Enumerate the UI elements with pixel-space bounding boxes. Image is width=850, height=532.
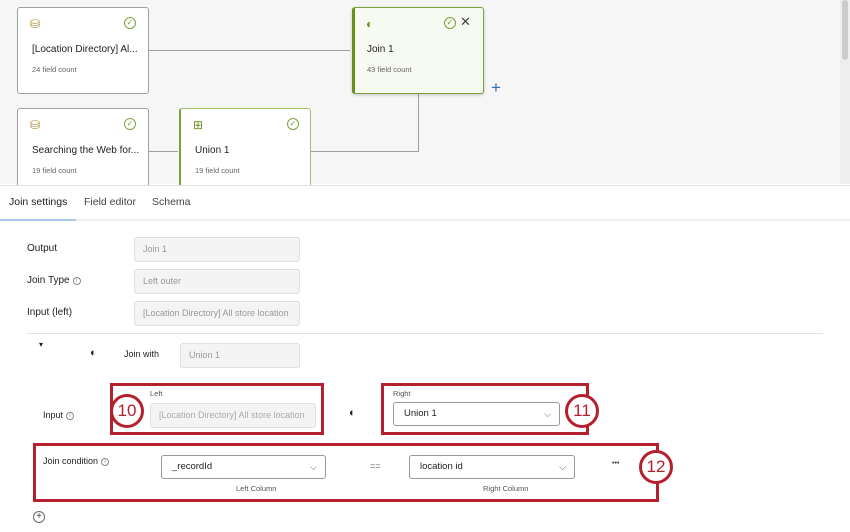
- add-node-icon[interactable]: +: [491, 78, 501, 98]
- join-with-label: Join with: [124, 349, 160, 359]
- connector: [418, 94, 419, 152]
- output-field[interactable]: Join 1: [134, 237, 300, 262]
- output-label: Output: [27, 243, 58, 254]
- tab-schema[interactable]: Schema: [152, 196, 191, 208]
- add-condition-icon[interactable]: +: [33, 511, 45, 523]
- join-type-field[interactable]: Left outer: [134, 269, 300, 294]
- flow-canvas: ⛁ ✓ [Location Directory] Al... 24 field …: [0, 0, 850, 188]
- input-left-field[interactable]: [Location Directory] All store location: [134, 301, 300, 326]
- node-title: [Location Directory] Al...: [32, 44, 138, 55]
- join-icon: ◐: [90, 347, 97, 359]
- join-icon: ◐: [366, 17, 374, 31]
- node-searching-web[interactable]: ⛁ ✓ Searching the Web for... 19 field co…: [17, 108, 149, 188]
- node-field-count: 43 field count: [367, 65, 412, 74]
- callout-number: 12: [639, 450, 673, 484]
- node-title: Union 1: [195, 145, 230, 156]
- info-icon[interactable]: i: [72, 277, 81, 285]
- close-icon[interactable]: ✕: [460, 14, 471, 30]
- node-union-1[interactable]: ⊞ ✓ Union 1 19 field count: [179, 108, 311, 188]
- input-left-label: Input (left): [27, 307, 73, 318]
- callout-box: [33, 443, 659, 502]
- input-label: Input i: [43, 410, 75, 420]
- node-field-count: 19 field count: [32, 166, 77, 175]
- connector: [148, 50, 350, 51]
- node-field-count: 24 field count: [32, 65, 77, 74]
- node-title: Searching the Web for...: [32, 145, 140, 156]
- tab-join-settings[interactable]: Join settings: [9, 196, 67, 208]
- callout-number: 10: [110, 394, 144, 428]
- node-field-count: 19 field count: [195, 166, 240, 175]
- node-location-directory[interactable]: ⛁ ✓ [Location Directory] Al... 24 field …: [17, 7, 149, 94]
- divider: [27, 333, 823, 334]
- join-icon: ◐: [349, 407, 356, 419]
- check-icon: ✓: [124, 118, 136, 130]
- info-icon[interactable]: i: [66, 412, 75, 420]
- check-icon: ✓: [444, 17, 456, 29]
- node-title: Join 1: [367, 44, 394, 55]
- check-icon: ✓: [124, 17, 136, 29]
- callout-box: [381, 383, 589, 435]
- callout-number: 11: [565, 394, 599, 428]
- union-icon: ⊞: [193, 118, 204, 132]
- scrollbar[interactable]: [840, 0, 850, 184]
- connector: [148, 151, 178, 152]
- connector: [311, 151, 419, 152]
- join-type-label: Join Type i: [27, 275, 81, 286]
- tab-divider: [0, 219, 850, 221]
- check-icon: ✓: [287, 118, 299, 130]
- active-tab-indicator: [0, 219, 76, 221]
- tab-field-editor[interactable]: Field editor: [84, 196, 136, 208]
- dataset-icon: ⛁: [30, 17, 41, 31]
- join-with-field[interactable]: Union 1: [180, 343, 300, 368]
- collapse-caret-icon[interactable]: ▾: [39, 340, 43, 349]
- dataset-icon: ⛁: [30, 118, 41, 132]
- node-join-1[interactable]: ◐ ✓ ✕ Join 1 43 field count: [352, 7, 484, 94]
